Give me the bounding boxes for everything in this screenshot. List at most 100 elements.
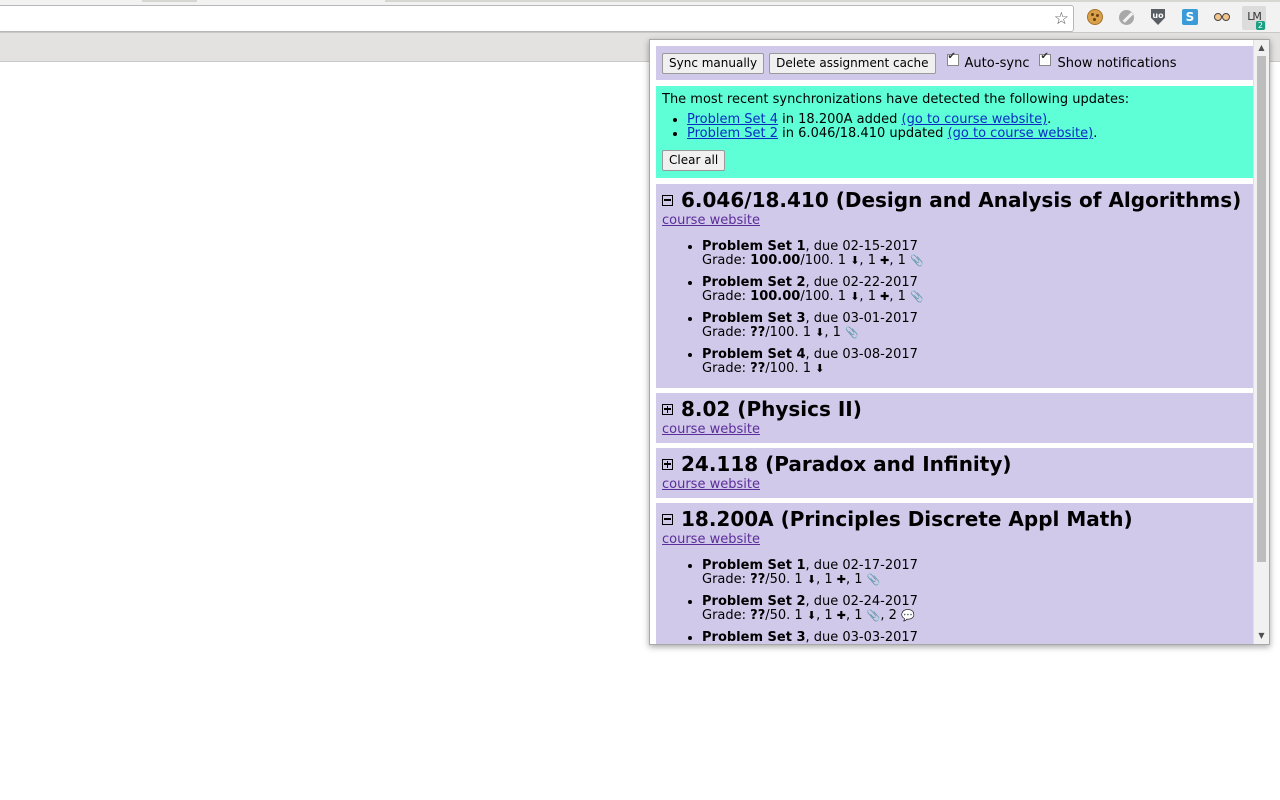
download-icon[interactable]: ⬇ [815,326,824,340]
assignment-item: Problem Set 1, due 02-17-2017 Grade: ??/… [702,559,1247,587]
course-title-text: 24.118 (Paradox and Infinity) [681,452,1012,476]
ublock-icon[interactable]: uo [1149,8,1167,26]
paperclip-icon[interactable]: 📎 [910,254,924,268]
sep: , [880,608,889,623]
puzzle-icon[interactable]: ✚ [837,609,846,623]
autosync-label: Auto-sync [964,55,1030,71]
download-icon[interactable]: ⬇ [807,573,816,587]
delete-cache-button[interactable]: Delete assignment cache [769,52,936,74]
grade-suffix: /50. 1 [765,608,807,623]
paperclip-icon[interactable]: 📎 [867,573,881,587]
popup-scrollbar[interactable]: ▲ ▼ [1253,40,1269,644]
autosync-checkbox[interactable] [946,51,959,66]
popup-content: Sync manually Delete assignment cache Au… [656,46,1253,645]
assignment-list: Problem Set 1, due 02-15-2017 Grade: 100… [662,240,1247,376]
grade-suffix: /100. 1 [765,325,816,340]
grade-label: Grade: [702,325,751,340]
go-to-website-link[interactable]: (go to course website) [902,112,1048,127]
sep: , [845,572,855,587]
puzzle-icon[interactable]: ✚ [837,573,846,587]
scrollbar-thumb[interactable] [1257,56,1266,562]
collapse-toggle-icon[interactable] [662,194,673,206]
course-website-link[interactable]: course website [662,532,1247,547]
assignment-item: Problem Set 2, due 02-22-2017 Grade: 100… [702,276,1247,304]
count: 1 [854,608,867,623]
course-panel: 24.118 (Paradox and Infinity) course web… [656,448,1253,498]
paperclip-icon[interactable]: 📎 [910,290,924,304]
notification-badge: 2 [1255,21,1265,30]
update-text: in 18.200A added [778,112,902,127]
bookmark-star-icon[interactable]: ☆ [1054,7,1069,31]
assignment-name: Problem Set 2 [702,594,806,609]
sep: , [859,253,868,268]
grade-value: ?? [750,361,766,376]
cookie-icon[interactable] [1086,8,1104,26]
grade-suffix: /100. 1 [800,289,851,304]
count: 1 [832,325,846,340]
paperclip-icon[interactable]: 📎 [867,609,881,623]
assignment-link[interactable]: Problem Set 2 [687,126,778,141]
grade-label: Grade: [702,289,751,304]
grade-suffix: /50. 1 [765,572,807,587]
notifications-checkbox[interactable] [1039,51,1052,66]
assignment-due: , due 03-01-2017 [805,311,918,326]
leaf-icon[interactable] [1117,8,1135,26]
assignment-item: Problem Set 3, due 03-03-2017 [702,631,1247,645]
assignment-name: Problem Set 2 [702,275,806,290]
assignment-name: Problem Set 1 [702,558,806,573]
sync-manually-button[interactable]: Sync manually [662,52,765,74]
collapse-toggle-icon[interactable] [662,513,673,525]
lm-icon[interactable]: LM 2 [1242,6,1266,30]
course-title: 8.02 (Physics II) [662,397,1247,421]
controls-bar: Sync manually Delete assignment cache Au… [656,46,1253,80]
course-website-link[interactable]: course website [662,422,1247,437]
assignment-due: , due 02-15-2017 [805,239,918,254]
sep: , [889,289,898,304]
expand-toggle-icon[interactable] [662,458,673,470]
grade-label: Grade: [702,253,751,268]
count: 1 [897,289,910,304]
updates-intro: The most recent synchronizations have de… [662,92,1130,107]
course-title: 6.046/18.410 (Design and Analysis of Alg… [662,188,1247,212]
grade-value: ?? [750,572,766,587]
count: 1 [824,608,837,623]
grade-label: Grade: [702,572,751,587]
download-icon[interactable]: ⬇ [807,609,816,623]
count: 1 [867,289,881,304]
sep: , [889,253,898,268]
scroll-up-arrow-icon[interactable]: ▲ [1254,42,1269,54]
puzzle-icon[interactable]: ✚ [880,290,889,304]
go-to-website-link[interactable]: (go to course website) [948,126,1094,141]
course-website-link[interactable]: course website [662,477,1247,492]
update-end: . [1047,112,1052,127]
sep: , [845,608,855,623]
assignment-item: Problem Set 3, due 03-01-2017 Grade: ??/… [702,312,1247,340]
assignment-link[interactable]: Problem Set 4 [687,112,778,127]
expand-toggle-icon[interactable] [662,403,673,415]
assignment-item: Problem Set 2, due 02-24-2017 Grade: ??/… [702,595,1247,623]
course-website-link[interactable]: course website [662,213,1247,228]
extension-popup: Sync manually Delete assignment cache Au… [649,39,1270,645]
owl-icon[interactable] [1213,8,1231,26]
paperclip-icon[interactable]: 📎 [845,326,859,340]
scroll-down-arrow-icon[interactable]: ▼ [1254,630,1269,642]
browser-toolbar: ☆ uo S LM 2 [0,2,1280,33]
grade-value: 100.00 [750,289,801,304]
course-panel: 6.046/18.410 (Design and Analysis of Alg… [656,184,1253,388]
puzzle-icon[interactable]: ✚ [880,254,889,268]
assignment-name: Problem Set 3 [702,311,806,326]
updates-list: Problem Set 4 in 18.200A added (go to co… [662,113,1247,141]
assignment-name: Problem Set 1 [702,239,806,254]
grade-suffix: /100. 1 [800,253,851,268]
assignment-item: Problem Set 4, due 03-08-2017 Grade: ??/… [702,348,1247,376]
assignment-name: Problem Set 4 [702,347,806,362]
download-icon[interactable]: ⬇ [815,362,824,376]
comment-icon[interactable]: 💬 [901,609,915,623]
updates-panel: The most recent synchronizations have de… [656,86,1253,178]
assignment-due: , due 02-24-2017 [805,594,918,609]
update-text: in 6.046/18.410 updated [778,126,948,141]
skype-icon[interactable]: S [1181,8,1199,26]
update-end: . [1093,126,1098,141]
address-bar[interactable]: ☆ [0,5,1074,32]
clear-all-button[interactable]: Clear all [662,150,726,171]
